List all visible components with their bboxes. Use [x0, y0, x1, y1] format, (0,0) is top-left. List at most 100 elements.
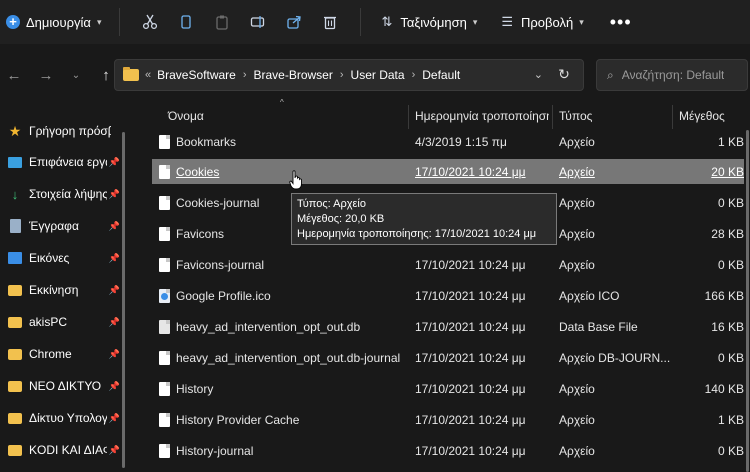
- folder-icon: [8, 316, 22, 328]
- command-bar: + Δημιουργία ▾ ⇅ Ταξινόμηση ▾ ☰ Προβολή …: [0, 0, 750, 44]
- pin-icon[interactable]: 📌: [109, 381, 120, 392]
- paste-button[interactable]: [204, 6, 240, 38]
- sidebar-item-quick-access[interactable]: ★ Γρήγορη πρόσβαση: [0, 116, 120, 146]
- breadcrumb-brave-browser[interactable]: Brave-Browser: [254, 68, 333, 82]
- table-row[interactable]: Google Profile.ico 17/10/2021 10:24 μμ Α…: [152, 283, 744, 308]
- pin-icon[interactable]: 📌: [109, 285, 120, 296]
- chevron-right-icon[interactable]: ›: [412, 69, 416, 81]
- table-row[interactable]: Favicons-journal 17/10/2021 10:24 μμ Αρχ…: [152, 252, 744, 277]
- sidebar-item-pictures[interactable]: Εικόνες 📌: [0, 243, 120, 273]
- file-size: 1 KB: [717, 412, 744, 427]
- file-date: 17/10/2021 10:24 μμ: [415, 412, 526, 427]
- file-type: Αρχείο ICO: [559, 288, 620, 303]
- file-name: Cookies-journal: [176, 195, 260, 210]
- sidebar-item-label: Δίκτυο Υπολογιστών: [29, 411, 107, 425]
- more-options-button[interactable]: •••: [610, 12, 632, 33]
- more-icon: •••: [609, 11, 632, 32]
- pin-icon[interactable]: 📌: [109, 189, 120, 200]
- folder-icon: [8, 444, 22, 456]
- address-overflow[interactable]: «: [145, 69, 151, 81]
- sidebar-item-label: KODI ΚΑΙ ΔΙΑΦΟΡΑ: [29, 443, 107, 457]
- pin-icon[interactable]: 📌: [109, 317, 120, 328]
- chevron-right-icon[interactable]: ›: [340, 69, 344, 81]
- recent-locations-button[interactable]: ⌄: [62, 61, 90, 89]
- file-name: History Provider Cache: [176, 412, 300, 427]
- file-date: 17/10/2021 10:24 μμ: [415, 319, 526, 334]
- table-row[interactable]: heavy_ad_intervention_opt_out.db 17/10/2…: [152, 314, 744, 339]
- forward-button[interactable]: →: [32, 61, 60, 89]
- scrollbar-thumb[interactable]: [746, 130, 749, 472]
- sort-icon: ⇅: [381, 14, 393, 29]
- column-header-name[interactable]: Όνομα: [168, 103, 408, 129]
- pin-icon[interactable]: 📌: [109, 221, 120, 232]
- view-button[interactable]: ☰ Προβολή ▾: [493, 6, 591, 38]
- sidebar-item-documents[interactable]: Έγγραφα 📌: [0, 211, 120, 241]
- sidebar-item-new-network[interactable]: ΝΕΟ ΔΙΚΤΥΟ 📌: [0, 371, 120, 401]
- file-icon: [159, 412, 170, 427]
- table-row[interactable]: History 17/10/2021 10:24 μμ Αρχείο 140 K…: [152, 376, 744, 401]
- pin-icon[interactable]: 📌: [109, 253, 120, 264]
- sort-button-label: Ταξινόμηση: [400, 14, 467, 30]
- table-row[interactable]: Bookmarks 4/3/2019 1:15 πμ Αρχείο 1 KB: [152, 129, 744, 154]
- folder-icon: [8, 380, 22, 392]
- column-header-size[interactable]: Μέγεθος: [679, 103, 749, 129]
- column-divider[interactable]: [552, 105, 553, 129]
- arrow-left-icon: ←: [6, 66, 22, 84]
- column-divider[interactable]: [672, 105, 673, 129]
- arrow-up-icon: ↑: [102, 66, 110, 84]
- breadcrumb-default[interactable]: Default: [422, 68, 460, 82]
- sidebar-item-startup[interactable]: Εκκίνηση 📌: [0, 275, 120, 305]
- view-button-label: Προβολή: [521, 14, 574, 30]
- copy-button[interactable]: [168, 6, 204, 38]
- table-row[interactable]: History Provider Cache 17/10/2021 10:24 …: [152, 407, 744, 432]
- file-size: 0 KB: [717, 350, 744, 365]
- search-icon: ⌕: [607, 67, 614, 82]
- file-list-scrollbar[interactable]: [744, 130, 750, 472]
- breadcrumb-user-data[interactable]: User Data: [351, 68, 405, 82]
- file-name: Cookies: [176, 164, 220, 179]
- table-row-selected[interactable]: Cookies 17/10/2021 10:24 μμ Αρχείο 20 KB: [152, 159, 744, 184]
- address-history-dropdown[interactable]: ⌄: [534, 68, 543, 81]
- address-bar[interactable]: « BraveSoftware › Brave-Browser › User D…: [114, 59, 584, 91]
- sidebar-item-kodi[interactable]: KODI ΚΑΙ ΔΙΑΦΟΡΑ 📌: [0, 435, 120, 465]
- cut-button[interactable]: [132, 6, 168, 38]
- sort-button[interactable]: ⇅ Ταξινόμηση ▾: [373, 6, 485, 38]
- new-button[interactable]: + Δημιουργία ▾: [2, 6, 107, 38]
- pin-icon[interactable]: 📌: [109, 157, 120, 168]
- sidebar-item-desktop[interactable]: Επιφάνεια εργασίας 📌: [0, 147, 120, 177]
- sidebar-item-akispc[interactable]: akisPC 📌: [0, 307, 120, 337]
- search-input[interactable]: Αναζήτηση: Default: [622, 68, 725, 82]
- file-type: Αρχείο: [559, 257, 595, 272]
- back-button[interactable]: ←: [0, 61, 28, 89]
- table-row[interactable]: heavy_ad_intervention_opt_out.db-journal…: [152, 345, 744, 370]
- pin-icon[interactable]: 📌: [109, 413, 120, 424]
- refresh-icon: ↻: [558, 65, 570, 82]
- file-type: Αρχείο: [559, 226, 595, 241]
- column-header-date[interactable]: Ημερομηνία τροποποίησης: [415, 103, 551, 129]
- delete-button[interactable]: [312, 6, 348, 38]
- breadcrumb-bravesoftware[interactable]: BraveSoftware: [157, 68, 236, 82]
- file-size: 166 KB: [704, 288, 744, 303]
- file-icon: [159, 164, 170, 179]
- file-date: 4/3/2019 1:15 πμ: [415, 134, 507, 149]
- pin-icon[interactable]: 📌: [109, 349, 120, 360]
- file-size: 0 KB: [717, 257, 744, 272]
- table-row[interactable]: History-journal 17/10/2021 10:24 μμ Αρχε…: [152, 438, 744, 463]
- file-size: 28 KB: [711, 226, 744, 241]
- share-button[interactable]: [276, 6, 312, 38]
- sidebar-item-chrome[interactable]: Chrome 📌: [0, 339, 120, 369]
- sidebar-item-computer-network[interactable]: Δίκτυο Υπολογιστών 📌: [0, 403, 120, 433]
- refresh-button[interactable]: ↻: [550, 60, 578, 88]
- sidebar-item-downloads[interactable]: ↓ Στοιχεία λήψης 📌: [0, 179, 120, 209]
- download-icon: ↓: [11, 186, 19, 202]
- file-date: 17/10/2021 10:24 μμ: [415, 164, 526, 179]
- sidebar-scrollbar[interactable]: [122, 132, 125, 468]
- column-header-type[interactable]: Τύπος: [559, 103, 669, 129]
- column-divider[interactable]: [408, 105, 409, 129]
- rename-button[interactable]: [240, 6, 276, 38]
- search-box[interactable]: ⌕ Αναζήτηση: Default: [596, 59, 748, 91]
- file-icon: [159, 350, 170, 365]
- pin-icon[interactable]: 📌: [109, 445, 120, 456]
- chevron-right-icon[interactable]: ›: [243, 69, 247, 81]
- sidebar-item-label: Επιφάνεια εργασίας: [29, 155, 107, 169]
